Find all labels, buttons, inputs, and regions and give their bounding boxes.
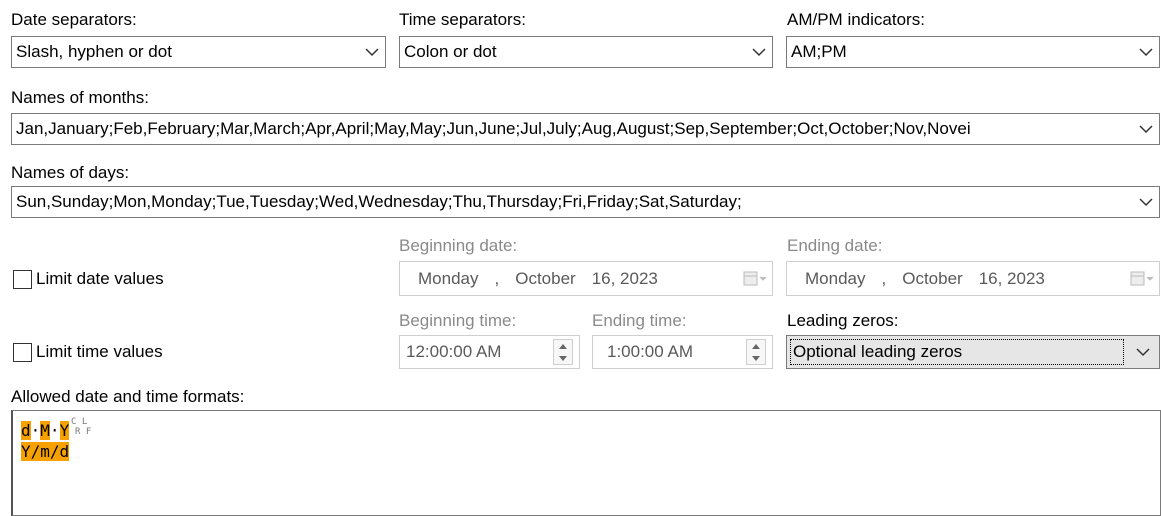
ampm-indicators-value: AM;PM — [791, 42, 847, 61]
format-token-ymd: Y/m/d — [21, 442, 70, 461]
names-of-months-value: Jan,January;Feb,February;Mar,March;Apr,A… — [16, 119, 971, 138]
beginning-time-spinner[interactable]: 12:00:00 AM — [399, 335, 580, 369]
spin-up-icon[interactable] — [559, 343, 567, 349]
date-separators-dropdown[interactable]: Slash, hyphen or dot — [11, 36, 386, 68]
date-separators-value: Slash, hyphen or dot — [16, 42, 172, 61]
format-line-1: d·M·Y — [21, 421, 70, 441]
spinner-icon[interactable] — [746, 339, 766, 365]
ending-date-picker[interactable]: Monday , October 16, 2023 — [786, 261, 1160, 296]
ending-time-label: Ending time: — [592, 311, 687, 330]
beginning-date-comma: , — [494, 268, 500, 288]
spinner-icon[interactable] — [553, 339, 573, 365]
names-of-months-label: Names of months: — [11, 88, 149, 107]
ending-date-label: Ending date: — [787, 236, 883, 255]
limit-time-checkbox[interactable]: Limit time values — [13, 342, 163, 362]
ending-time-value[interactable]: 1:00:00 AM — [593, 342, 746, 362]
calendar-icon[interactable] — [738, 262, 772, 295]
limit-time-label: Limit time values — [36, 342, 163, 361]
limit-date-label: Limit date values — [36, 269, 164, 288]
format-separator: · — [30, 421, 41, 440]
ending-date-comma: , — [881, 268, 887, 288]
date-separators-label: Date separators: — [11, 10, 137, 29]
chevron-down-icon[interactable] — [746, 37, 772, 67]
chevron-down-icon[interactable] — [1127, 336, 1159, 368]
format-separator: · — [49, 421, 60, 440]
chevron-down-icon[interactable] — [1133, 187, 1159, 217]
limit-date-checkbox[interactable]: Limit date values — [13, 269, 164, 289]
format-token-month: M — [40, 421, 50, 440]
names-of-days-label: Names of days: — [11, 163, 130, 182]
beginning-time-label: Beginning time: — [399, 311, 517, 330]
names-of-days-value: Sun,Sunday;Mon,Monday;Tue,Tuesday;Wed,We… — [16, 192, 742, 211]
formats-editor[interactable]: d·M·Y C L R F Y/m/d — [11, 410, 1161, 516]
format-flags-bottom: R F — [75, 427, 92, 437]
leading-zeros-value: Optional leading zeros — [790, 339, 1124, 365]
beginning-date-day-year[interactable]: 16, 2023 — [592, 269, 658, 289]
chevron-down-icon[interactable] — [1133, 114, 1159, 144]
time-separators-label: Time separators: — [399, 10, 526, 29]
leading-zeros-label: Leading zeros: — [787, 311, 899, 330]
beginning-date-label: Beginning date: — [399, 236, 518, 255]
spin-down-icon[interactable] — [559, 355, 567, 361]
leading-zeros-dropdown[interactable]: Optional leading zeros — [786, 335, 1160, 369]
chevron-down-icon[interactable] — [359, 37, 385, 67]
ending-date-month[interactable]: October — [902, 269, 962, 289]
format-flags-top: C L — [71, 417, 88, 427]
ampm-indicators-dropdown[interactable]: AM;PM — [786, 36, 1160, 68]
checkbox-box[interactable] — [13, 342, 32, 362]
checkbox-box[interactable] — [13, 269, 32, 289]
beginning-date-month[interactable]: October — [515, 269, 575, 289]
spin-up-icon[interactable] — [752, 343, 760, 349]
beginning-date-weekday[interactable]: Monday — [418, 269, 478, 289]
ending-date-weekday[interactable]: Monday — [805, 269, 865, 289]
calendar-icon[interactable] — [1125, 262, 1159, 295]
format-line-2: Y/m/d — [21, 442, 70, 462]
ampm-indicators-label: AM/PM indicators: — [787, 10, 925, 29]
beginning-time-value[interactable]: 12:00:00 AM — [400, 342, 553, 362]
names-of-days-dropdown[interactable]: Sun,Sunday;Mon,Monday;Tue,Tuesday;Wed,We… — [11, 186, 1160, 218]
time-separators-value: Colon or dot — [404, 42, 497, 61]
ending-time-spinner[interactable]: 1:00:00 AM — [592, 335, 773, 369]
time-separators-dropdown[interactable]: Colon or dot — [399, 36, 773, 68]
allowed-formats-label: Allowed date and time formats: — [11, 387, 245, 406]
format-token-year: Y — [59, 421, 70, 440]
beginning-date-picker[interactable]: Monday , October 16, 2023 — [399, 261, 773, 296]
names-of-months-dropdown[interactable]: Jan,January;Feb,February;Mar,March;Apr,A… — [11, 113, 1160, 145]
spin-down-icon[interactable] — [752, 355, 760, 361]
format-token-day: d — [21, 421, 31, 440]
chevron-down-icon[interactable] — [1133, 37, 1159, 67]
ending-date-day-year[interactable]: 16, 2023 — [979, 269, 1045, 289]
